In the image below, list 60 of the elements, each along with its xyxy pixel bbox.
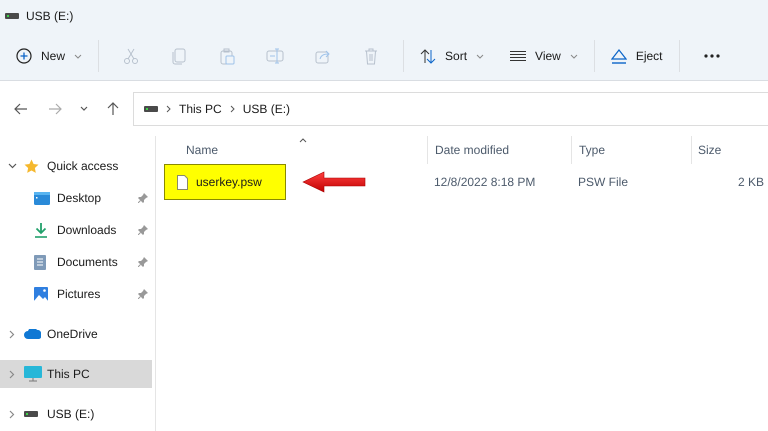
quick-access-item[interactable]: Quick access bbox=[0, 152, 155, 180]
trash-icon bbox=[364, 48, 378, 64]
new-button[interactable]: New bbox=[8, 38, 90, 74]
this-pc-item[interactable]: This PC bbox=[0, 360, 152, 388]
eject-button[interactable]: Eject bbox=[602, 38, 671, 74]
back-arrow-icon bbox=[14, 102, 28, 114]
share-icon bbox=[315, 48, 332, 64]
download-arrow-icon bbox=[34, 222, 48, 238]
view-button[interactable]: View bbox=[502, 38, 586, 74]
more-icon bbox=[704, 54, 720, 58]
monitor-icon bbox=[24, 366, 42, 382]
column-header[interactable]: Size bbox=[691, 136, 768, 164]
pictures-item[interactable]: Pictures bbox=[0, 280, 155, 308]
plus-circle-icon bbox=[16, 48, 32, 64]
drive-icon bbox=[144, 106, 158, 112]
caret-icon bbox=[570, 54, 578, 58]
drive-icon bbox=[24, 411, 38, 417]
drive-icon bbox=[5, 13, 19, 19]
desktop-item[interactable]: Desktop bbox=[0, 184, 155, 212]
address-bar[interactable]: This PC USB (E:) bbox=[133, 92, 768, 126]
file-name-highlight[interactable]: userkey.psw bbox=[164, 164, 286, 200]
picture-icon bbox=[34, 287, 48, 301]
arrow-icon bbox=[302, 171, 366, 193]
lines-icon bbox=[510, 51, 526, 61]
documents-item[interactable]: Documents bbox=[0, 248, 155, 276]
scissors-icon bbox=[123, 48, 140, 64]
copy-icon bbox=[172, 48, 186, 64]
usb-drive-item[interactable]: USB (E:) bbox=[0, 400, 155, 428]
window-title: USB (E:) bbox=[26, 8, 74, 25]
column-header[interactable]: Name bbox=[156, 136, 427, 164]
chevron-right-icon[interactable] bbox=[9, 330, 15, 338]
onedrive-item[interactable]: OneDrive bbox=[0, 320, 155, 348]
chevron-right-icon bbox=[230, 104, 235, 112]
document-icon bbox=[34, 254, 46, 270]
table-cell-text: PSW File bbox=[577, 174, 630, 191]
cloud-icon bbox=[24, 329, 41, 339]
forward-arrow-icon bbox=[48, 102, 62, 114]
sort-button[interactable]: Sort bbox=[412, 38, 492, 74]
file-icon bbox=[177, 174, 188, 190]
chevron-right-icon[interactable] bbox=[9, 370, 15, 378]
breadcrumb[interactable]: USB (E:) bbox=[242, 100, 290, 118]
downloads-item[interactable]: Downloads bbox=[0, 216, 155, 244]
sort-arrows-icon bbox=[420, 48, 436, 64]
column-header[interactable]: Date modified bbox=[427, 136, 571, 164]
chevron-right-icon[interactable] bbox=[9, 410, 15, 418]
caret-icon bbox=[74, 54, 82, 58]
breadcrumb[interactable]: This PC bbox=[179, 100, 222, 118]
chevron-down-icon[interactable] bbox=[8, 163, 16, 169]
desktop-folder-icon bbox=[34, 192, 50, 204]
table-cell-text: 12/8/2022 8:18 PM bbox=[433, 174, 536, 191]
chevron-down-icon bbox=[80, 106, 88, 111]
table-cell-text: 2 KB bbox=[736, 174, 765, 191]
chevron-right-icon bbox=[166, 104, 171, 112]
eject-icon bbox=[610, 48, 627, 64]
caret-icon bbox=[476, 54, 484, 58]
star-icon bbox=[24, 158, 39, 174]
rename-icon bbox=[266, 48, 284, 64]
column-header[interactable]: Type bbox=[571, 136, 691, 164]
up-arrow-icon bbox=[107, 102, 119, 116]
clipboard-icon bbox=[220, 48, 235, 64]
